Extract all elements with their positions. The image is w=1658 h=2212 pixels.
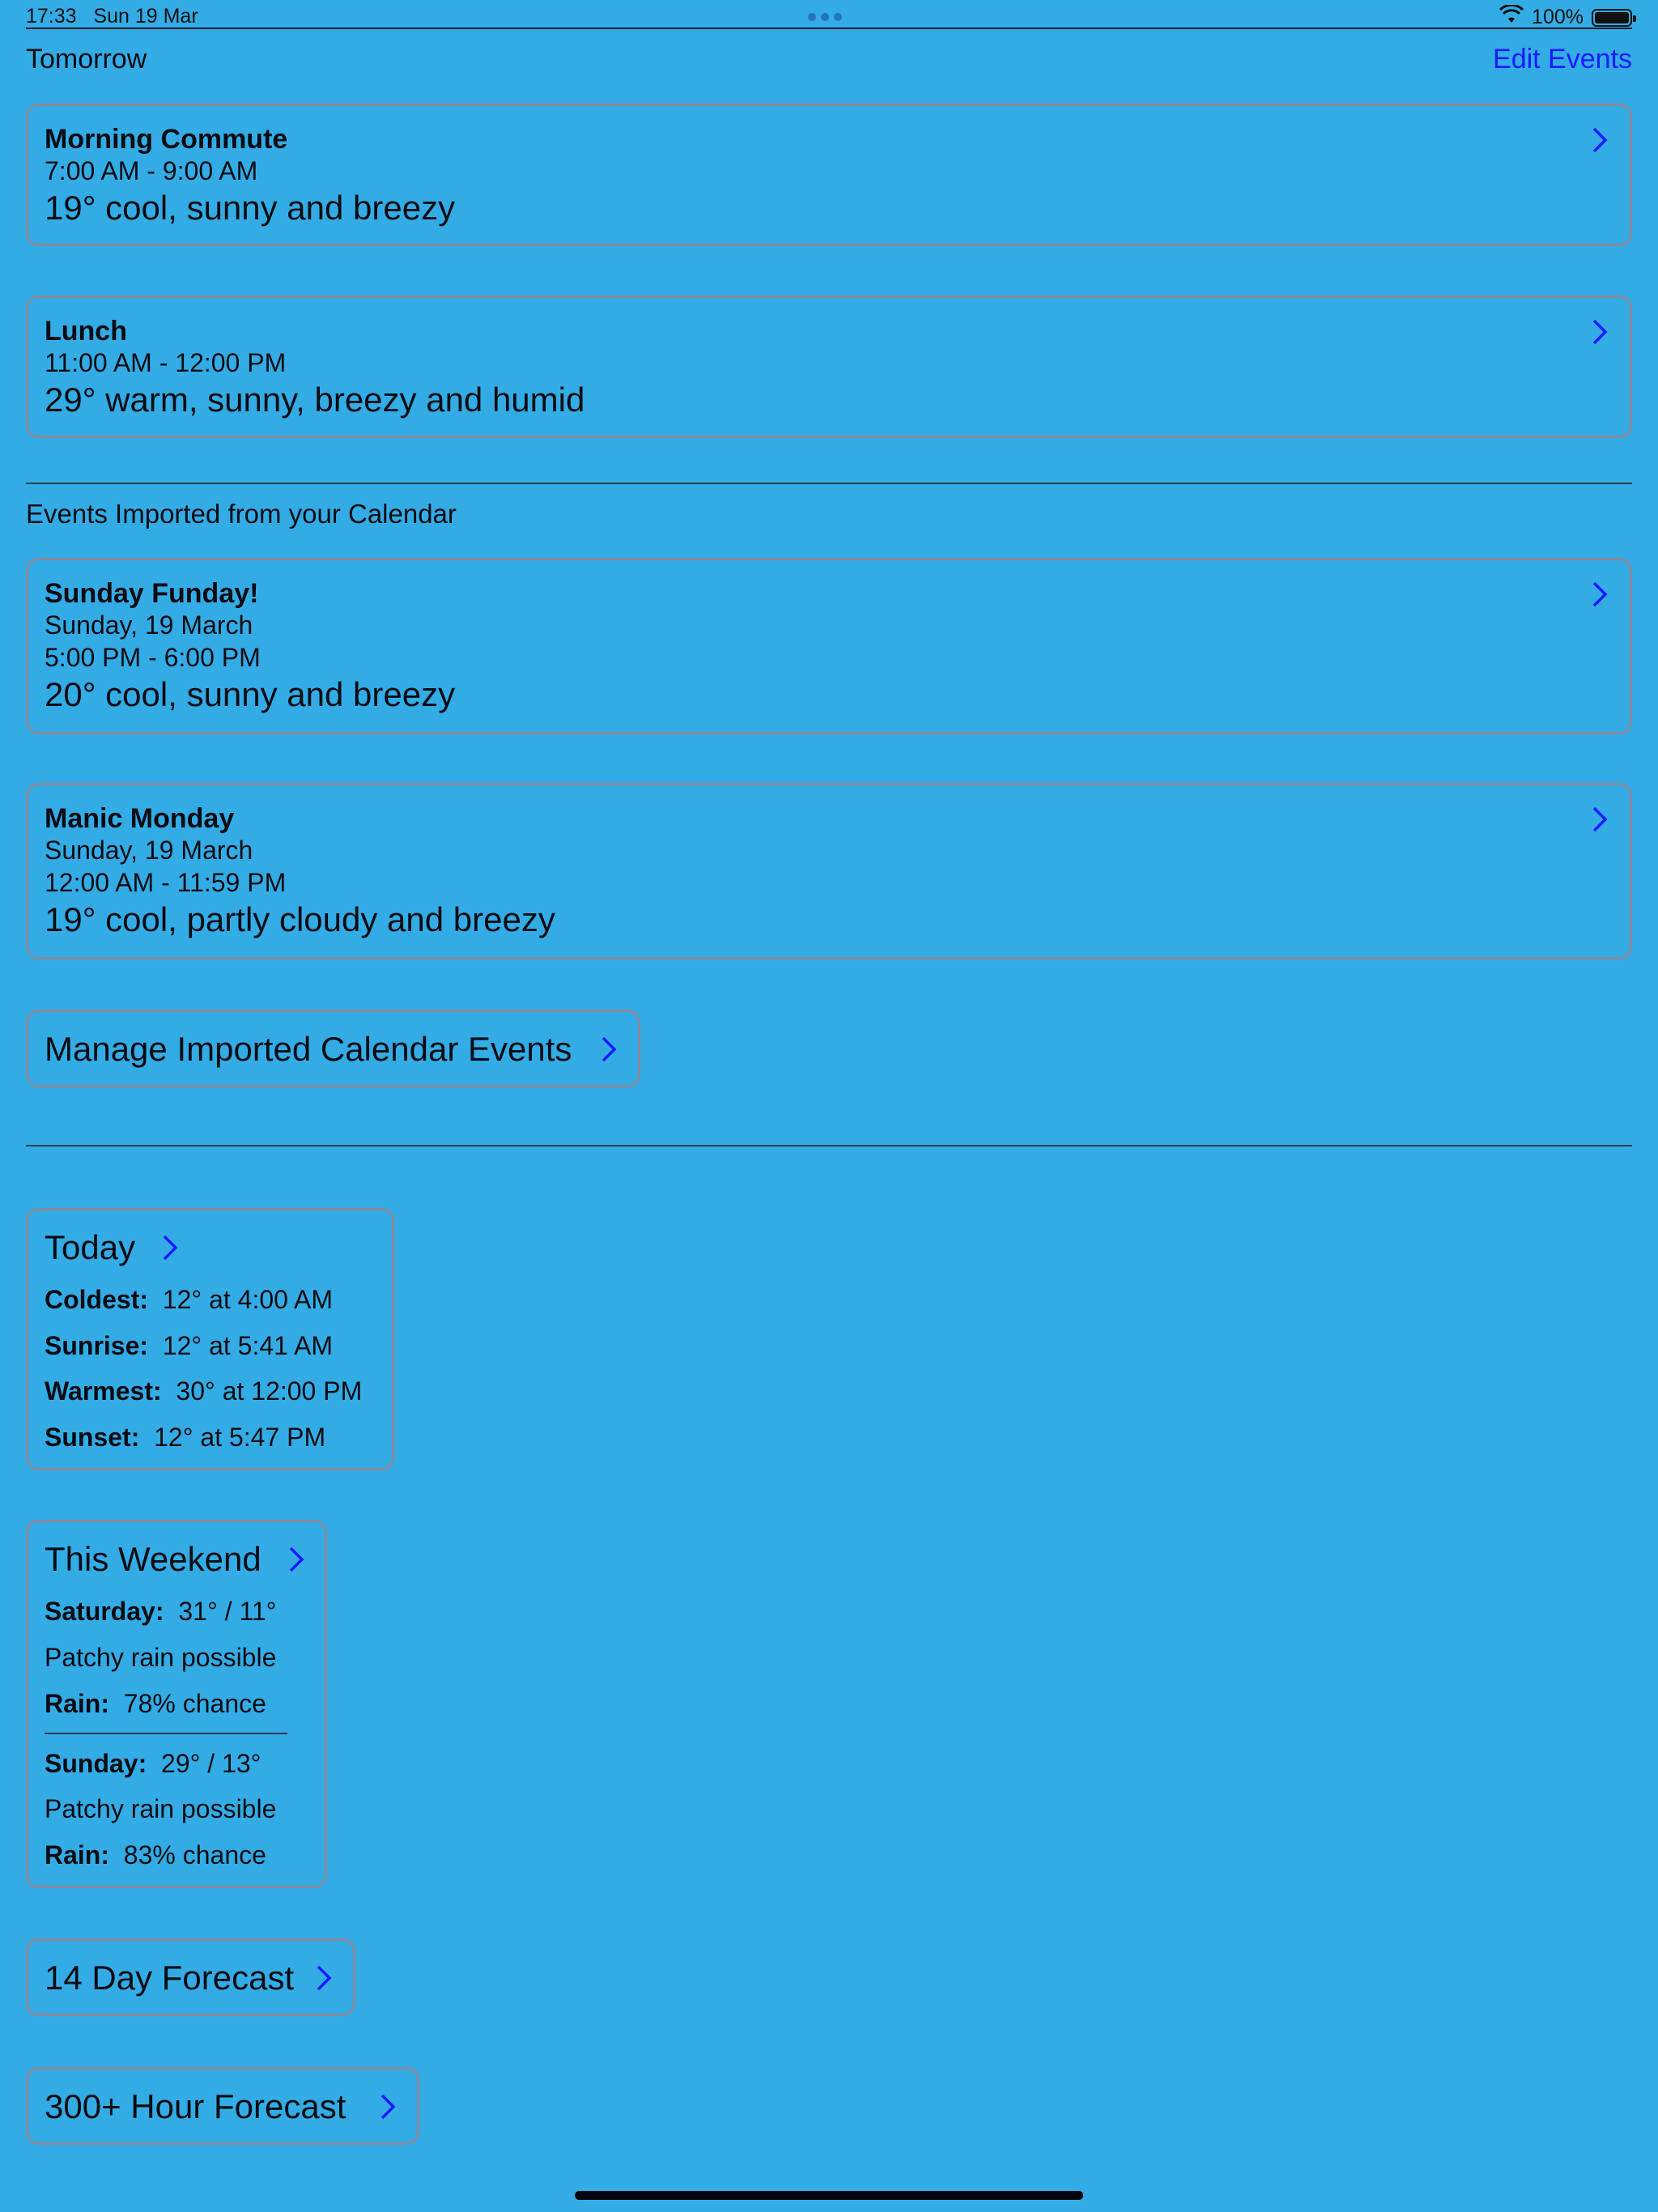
event-card-morning-commute[interactable]: Morning Commute 7:00 AM - 9:00 AM 19° co… bbox=[26, 104, 1632, 246]
edit-events-button[interactable]: Edit Events bbox=[1493, 44, 1632, 75]
chevron-right-icon bbox=[1584, 580, 1613, 609]
weekend-saturday-desc: Patchy rain possible bbox=[45, 1643, 277, 1672]
day-label: Sunday: bbox=[45, 1749, 147, 1778]
row-value: 12° at 4:00 AM bbox=[162, 1285, 334, 1314]
weekend-saturday-rain: Rain: 78% chance bbox=[45, 1689, 266, 1719]
event-date: Sunday, 19 March bbox=[45, 836, 253, 865]
event-time: 12:00 AM - 11:59 PM bbox=[45, 868, 287, 897]
weekend-widget[interactable]: This Weekend Saturday: 31° / 11° Patchy … bbox=[26, 1520, 327, 1888]
multitasking-dots-icon[interactable] bbox=[808, 13, 842, 21]
weekend-sunday-desc: Patchy rain possible bbox=[45, 1794, 277, 1823]
weekend-day-divider bbox=[45, 1733, 287, 1734]
event-time: 5:00 PM - 6:00 PM bbox=[45, 643, 261, 672]
forecast-14-day-label: 14 Day Forecast bbox=[45, 1959, 295, 1997]
page-title: Tomorrow bbox=[26, 44, 147, 74]
chevron-right-icon bbox=[593, 1035, 623, 1064]
chevron-right-icon bbox=[308, 1963, 338, 1993]
forecast-300-hour-label: 300+ Hour Forecast bbox=[45, 2087, 346, 2125]
status-bar-right: 100% bbox=[1499, 3, 1636, 30]
weekend-sunday-rain: Rain: 83% chance bbox=[45, 1840, 266, 1870]
today-row-warmest: Warmest: 30° at 12:00 PM bbox=[45, 1376, 362, 1406]
event-title: Manic Monday bbox=[45, 803, 235, 834]
weekend-saturday-temps: Saturday: 31° / 11° bbox=[45, 1597, 276, 1627]
home-indicator[interactable] bbox=[575, 2191, 1083, 2200]
chevron-right-icon bbox=[155, 1233, 184, 1262]
chevron-right-icon bbox=[1584, 805, 1613, 834]
forecast-14-day-button[interactable]: 14 Day Forecast bbox=[26, 1938, 355, 2016]
event-date: Sunday, 19 March bbox=[45, 610, 253, 640]
status-bar-divider bbox=[26, 28, 1632, 29]
day-temps: 31° / 11° bbox=[178, 1597, 277, 1626]
event-title: Lunch bbox=[45, 316, 127, 347]
battery-percent: 100% bbox=[1532, 6, 1584, 28]
rain-chance: 78% chance bbox=[123, 1689, 266, 1718]
status-date: Sun 19 Mar bbox=[93, 5, 198, 28]
imported-section-header: Events Imported from your Calendar bbox=[26, 499, 457, 529]
rain-label: Rain: bbox=[45, 1689, 109, 1718]
today-widget[interactable]: Today Coldest: 12° at 4:00 AM Sunrise: 1… bbox=[26, 1208, 394, 1470]
event-card-lunch[interactable]: Lunch 11:00 AM - 12:00 PM 29° warm, sunn… bbox=[26, 296, 1632, 438]
event-time: 11:00 AM - 12:00 PM bbox=[45, 348, 287, 377]
today-row-sunrise: Sunrise: 12° at 5:41 AM bbox=[45, 1331, 333, 1361]
row-value: 12° at 5:41 AM bbox=[162, 1331, 334, 1360]
status-bar-left: 17:33 Sun 19 Mar bbox=[26, 5, 198, 28]
forecast-300-hour-button[interactable]: 300+ Hour Forecast bbox=[26, 2067, 419, 2145]
event-weather: 29° warm, sunny, breezy and humid bbox=[45, 381, 585, 419]
manage-imported-events-button[interactable]: Manage Imported Calendar Events bbox=[26, 1010, 640, 1087]
battery-icon bbox=[1592, 8, 1636, 27]
chevron-right-icon bbox=[1584, 317, 1613, 347]
event-weather: 20° cool, sunny and breezy bbox=[45, 675, 456, 713]
section-divider bbox=[26, 1145, 1632, 1146]
row-value: 30° at 12:00 PM bbox=[176, 1376, 363, 1406]
wifi-icon bbox=[1499, 3, 1524, 30]
imported-event-card-sunday-funday[interactable]: Sunday Funday! Sunday, 19 March 5:00 PM … bbox=[26, 558, 1632, 734]
today-title: Today bbox=[45, 1228, 136, 1266]
day-label: Saturday: bbox=[45, 1597, 164, 1626]
event-weather: 19° cool, sunny and breezy bbox=[45, 189, 456, 227]
status-time: 17:33 bbox=[26, 5, 77, 28]
manage-imported-label: Manage Imported Calendar Events bbox=[45, 1030, 572, 1068]
chevron-right-icon bbox=[372, 2092, 402, 2121]
today-row-coldest: Coldest: 12° at 4:00 AM bbox=[45, 1285, 333, 1315]
rain-chance: 83% chance bbox=[123, 1840, 266, 1870]
row-label: Sunrise: bbox=[45, 1331, 149, 1360]
rain-label: Rain: bbox=[45, 1840, 109, 1870]
event-title: Morning Commute bbox=[45, 124, 288, 155]
row-label: Coldest: bbox=[45, 1285, 148, 1314]
chevron-right-icon bbox=[1584, 125, 1613, 155]
today-row-sunset: Sunset: 12° at 5:47 PM bbox=[45, 1423, 325, 1453]
event-weather: 19° cool, partly cloudy and breezy bbox=[45, 900, 555, 938]
event-time: 7:00 AM - 9:00 AM bbox=[45, 156, 258, 185]
day-temps: 29° / 13° bbox=[161, 1749, 261, 1778]
section-divider bbox=[26, 483, 1632, 484]
row-label: Sunset: bbox=[45, 1423, 140, 1452]
event-title: Sunday Funday! bbox=[45, 578, 259, 609]
weekend-sunday-temps: Sunday: 29° / 13° bbox=[45, 1749, 261, 1779]
row-label: Warmest: bbox=[45, 1376, 162, 1406]
row-value: 12° at 5:47 PM bbox=[154, 1423, 326, 1452]
weekend-title: This Weekend bbox=[45, 1540, 261, 1578]
imported-event-card-manic-monday[interactable]: Manic Monday Sunday, 19 March 12:00 AM -… bbox=[26, 783, 1632, 959]
chevron-right-icon bbox=[281, 1545, 310, 1574]
